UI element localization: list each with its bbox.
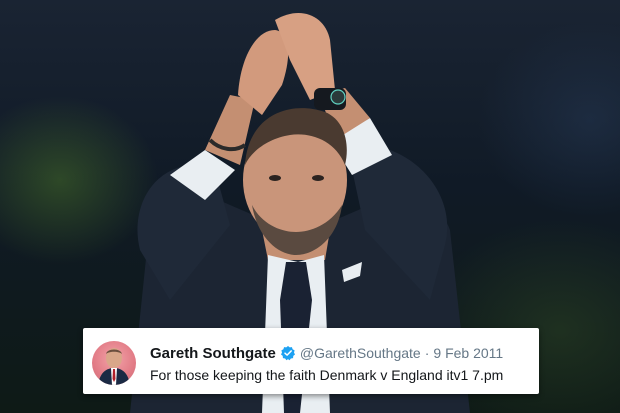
tweet-text: For those keeping the faith Denmark v En… (150, 367, 504, 383)
tweet-date[interactable]: 9 Feb 2011 (433, 345, 503, 361)
handle[interactable]: @GarethSouthgate (300, 345, 421, 361)
tweet-card[interactable]: Gareth Southgate @GarethSouthgate · 9 Fe… (83, 328, 539, 394)
display-name[interactable]: Gareth Southgate (150, 345, 276, 362)
verified-badge-icon (280, 345, 296, 361)
avatar[interactable] (92, 341, 136, 385)
separator-dot: · (424, 345, 430, 361)
tweet-header: Gareth Southgate @GarethSouthgate · 9 Fe… (150, 343, 535, 363)
